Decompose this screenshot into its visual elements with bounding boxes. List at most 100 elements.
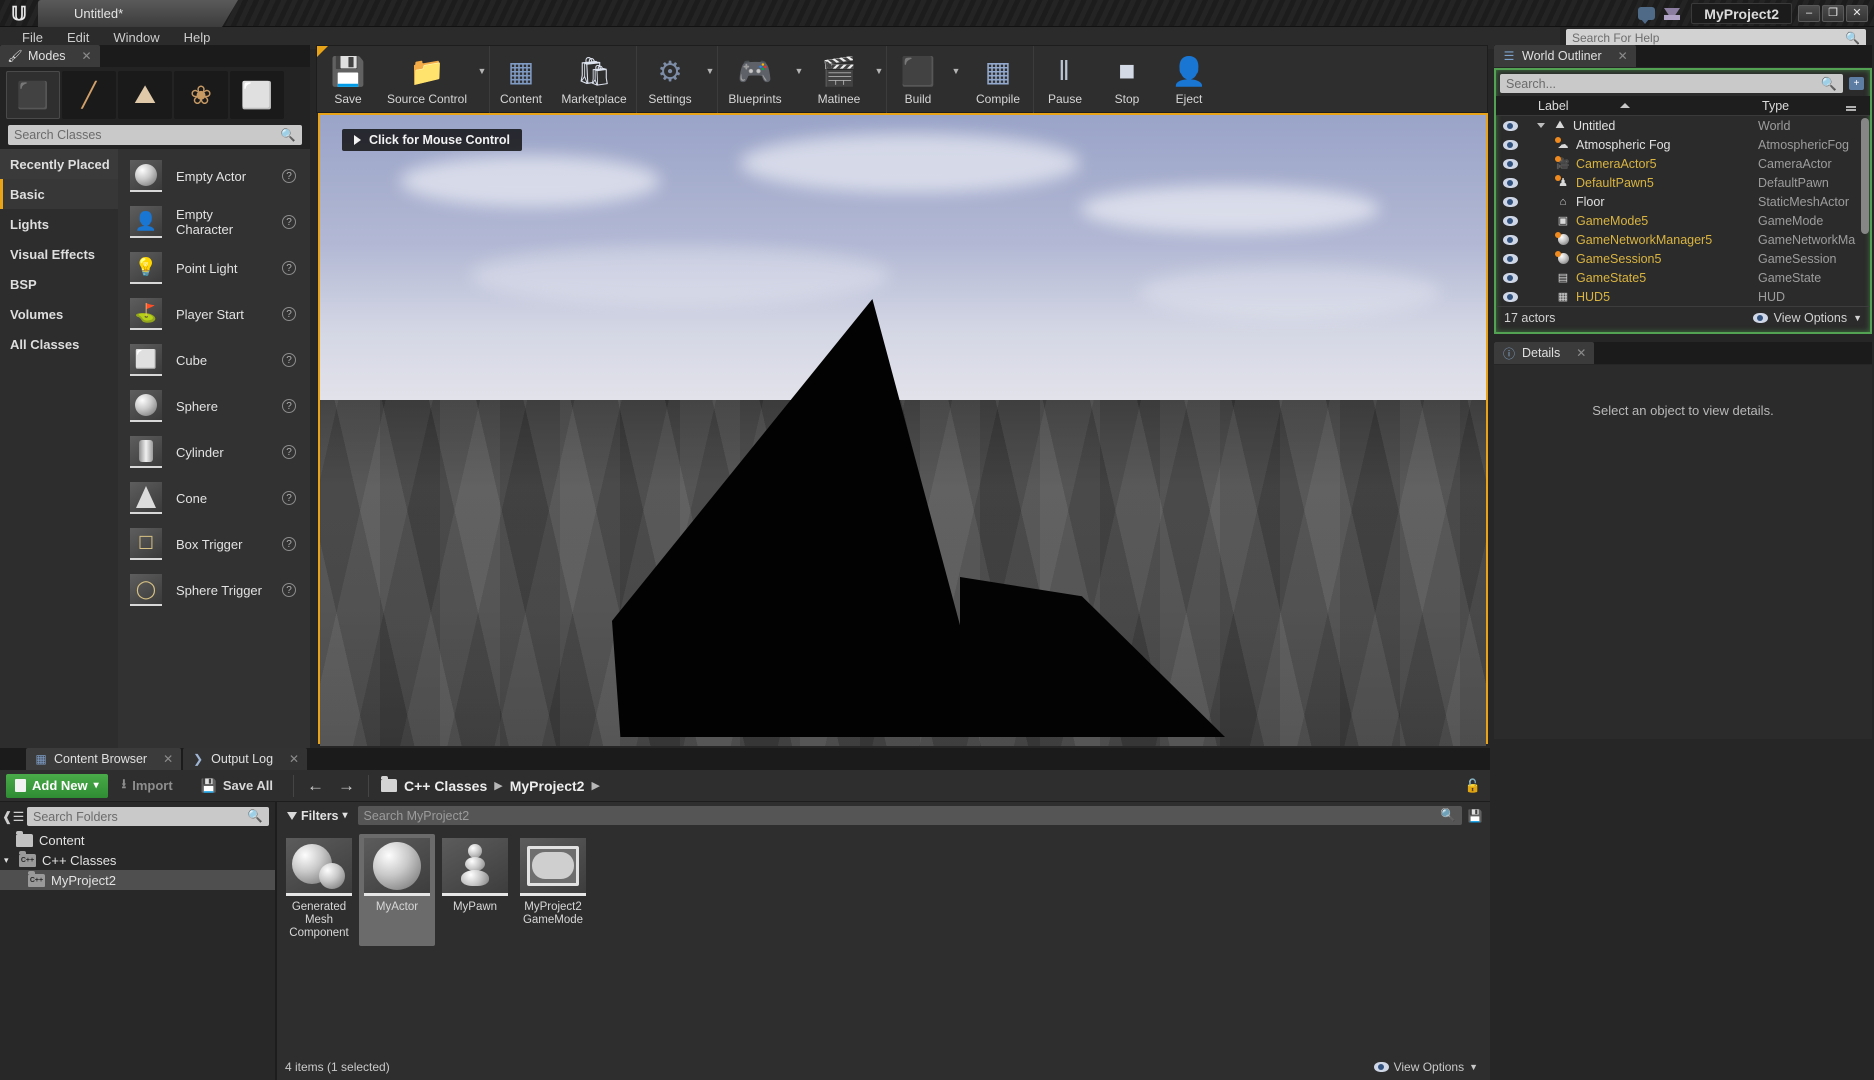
help-icon[interactable]: ?	[282, 537, 296, 551]
filters-button[interactable]: Filters ▾	[281, 809, 354, 823]
list-item[interactable]: ◯ Sphere Trigger ?	[118, 567, 310, 613]
add-new-button[interactable]: Add New ▾	[6, 773, 108, 798]
tree-item-content[interactable]: Content	[0, 830, 275, 850]
visibility-eye-icon[interactable]	[1496, 272, 1524, 283]
table-row[interactable]: ▦ HUD5 HUD	[1496, 287, 1870, 306]
tab-world-outliner[interactable]: ☰ World Outliner ✕	[1494, 45, 1636, 67]
close-icon[interactable]: ✕	[163, 752, 173, 766]
build-dropdown-icon[interactable]: ▼	[949, 46, 963, 114]
asset-tile-myproject2-gamemode[interactable]: MyProject2 GameMode	[515, 834, 591, 946]
save-all-button[interactable]: 💾 Save All	[187, 774, 287, 798]
table-row[interactable]: ♟ DefaultPawn5 DefaultPawn	[1496, 173, 1870, 192]
help-icon[interactable]: ?	[282, 307, 296, 321]
table-row[interactable]: GameNetworkManager5 GameNetworkMa	[1496, 230, 1870, 249]
mode-button-landscape[interactable]: ⛰	[118, 71, 172, 119]
visibility-eye-icon[interactable]	[1496, 196, 1524, 207]
level-viewport[interactable]: Click for Mouse Control	[318, 113, 1488, 746]
visibility-eye-icon[interactable]	[1496, 177, 1524, 188]
help-icon[interactable]: ?	[282, 583, 296, 597]
feedback-chat-icon[interactable]	[1633, 0, 1659, 27]
close-button[interactable]: ✕	[1846, 5, 1868, 22]
list-item[interactable]: ☐ Box Trigger ?	[118, 521, 310, 567]
visibility-eye-icon[interactable]	[1496, 158, 1524, 169]
blueprints-button[interactable]: 🎮 Blueprints	[718, 46, 792, 114]
nav-back-button[interactable]: ←	[300, 776, 331, 796]
list-item[interactable]: Cylinder ?	[118, 429, 310, 475]
stop-button[interactable]: ■ Stop	[1096, 46, 1158, 114]
help-icon[interactable]: ?	[282, 491, 296, 505]
type-column-header[interactable]: Type	[1758, 99, 1870, 113]
click-for-mouse-control-banner[interactable]: Click for Mouse Control	[342, 129, 522, 151]
table-row[interactable]: GameSession5 GameSession	[1496, 249, 1870, 268]
restore-button[interactable]: ❐	[1822, 5, 1844, 22]
help-icon[interactable]: ?	[282, 261, 296, 275]
asset-view-options-button[interactable]: View Options ▼	[1373, 1060, 1478, 1074]
asset-search-input[interactable]: Search MyProject2 🔍	[357, 806, 1462, 825]
mode-button-paint[interactable]: ╱	[62, 71, 116, 119]
expander-icon[interactable]: ▾	[4, 855, 13, 866]
build-button[interactable]: ⬛ Build	[887, 46, 949, 114]
help-icon[interactable]: ?	[282, 399, 296, 413]
breadcrumb-item-myproject2[interactable]: MyProject2	[510, 778, 585, 794]
visibility-eye-icon[interactable]	[1496, 234, 1524, 245]
tab-modes[interactable]: 🖌 Modes ✕	[0, 45, 100, 67]
list-item[interactable]: ⬜ Cube ?	[118, 337, 310, 383]
table-row[interactable]: 🎥 CameraActor5 CameraActor	[1496, 154, 1870, 173]
visibility-eye-icon[interactable]	[1496, 139, 1524, 150]
help-icon[interactable]: ?	[282, 215, 296, 229]
help-icon[interactable]: ?	[282, 445, 296, 459]
category-volumes[interactable]: Volumes	[0, 299, 118, 329]
table-row[interactable]: ⛰ Untitled World	[1496, 116, 1870, 135]
tab-content-browser[interactable]: ▦ Content Browser ✕	[26, 748, 182, 770]
close-icon[interactable]: ✕	[289, 752, 299, 766]
mode-button-foliage[interactable]: ❀	[174, 71, 228, 119]
asset-tile-myactor[interactable]: MyActor	[359, 834, 435, 946]
column-options-icon[interactable]	[1846, 105, 1856, 108]
save-asset-icon[interactable]: 💾	[1466, 807, 1484, 825]
list-item[interactable]: 👤 Empty Character ?	[118, 199, 310, 245]
tree-item-cpp-classes[interactable]: ▾ C++ C++ Classes	[0, 850, 275, 870]
breadcrumb-item-cpp-classes[interactable]: C++ Classes	[404, 778, 487, 794]
category-recently-placed[interactable]: Recently Placed	[0, 149, 118, 179]
category-basic[interactable]: Basic	[0, 179, 118, 209]
matinee-dropdown-icon[interactable]: ▼	[872, 46, 886, 114]
create-folder-button[interactable]: +	[1847, 74, 1866, 93]
visibility-eye-icon[interactable]	[1496, 291, 1524, 302]
outliner-view-options-button[interactable]: View Options ▼	[1752, 311, 1862, 325]
tree-item-myproject2[interactable]: C++ MyProject2	[0, 870, 275, 890]
close-icon[interactable]: ✕	[1618, 49, 1628, 63]
pause-button[interactable]: ‖ Pause	[1034, 46, 1096, 114]
list-item[interactable]: Cone ?	[118, 475, 310, 521]
matinee-button[interactable]: 🎬 Matinee	[806, 46, 872, 114]
collapse-sources-icon[interactable]: ❰☰	[2, 808, 25, 826]
source-control-dropdown-icon[interactable]: ▼	[475, 46, 489, 114]
blueprints-dropdown-icon[interactable]: ▼	[792, 46, 806, 114]
marketplace-button[interactable]: 🛍 Marketplace	[552, 46, 636, 114]
settings-dropdown-icon[interactable]: ▼	[703, 46, 717, 114]
compile-button[interactable]: ▦ Compile	[963, 46, 1033, 114]
outliner-search-input[interactable]: Search... 🔍	[1500, 74, 1843, 93]
project-tab[interactable]: Untitled*	[38, 0, 238, 27]
mode-button-place[interactable]: ⬛	[6, 71, 60, 119]
list-item[interactable]: Empty Actor ?	[118, 153, 310, 199]
source-control-button[interactable]: 📁 Source Control	[379, 46, 475, 114]
table-row[interactable]: ☁ Atmospheric Fog AtmosphericFog	[1496, 135, 1870, 154]
close-icon[interactable]: ✕	[82, 49, 92, 63]
category-bsp[interactable]: BSP	[0, 269, 118, 299]
search-classes-input[interactable]: Search Classes 🔍	[8, 125, 302, 145]
tab-details[interactable]: ⓘ Details ✕	[1494, 342, 1595, 364]
category-all-classes[interactable]: All Classes	[0, 329, 118, 359]
expander-icon[interactable]	[1537, 123, 1545, 128]
import-button[interactable]: ⭳ Import	[108, 774, 187, 798]
nav-forward-button[interactable]: →	[331, 776, 362, 796]
content-button[interactable]: ▦ Content	[490, 46, 552, 114]
help-icon[interactable]: ?	[282, 353, 296, 367]
settings-button[interactable]: ⚙ Settings	[637, 46, 703, 114]
minimize-button[interactable]: –	[1798, 5, 1820, 22]
asset-tile-generated-mesh-component[interactable]: Generated Mesh Component	[281, 834, 357, 946]
list-item[interactable]: Sphere ?	[118, 383, 310, 429]
launcher-gem-icon[interactable]	[1659, 0, 1685, 27]
mode-button-geometry[interactable]: ⬜	[230, 71, 284, 119]
table-row[interactable]: ▤ GameState5 GameState	[1496, 268, 1870, 287]
tab-output-log[interactable]: ❯ Output Log ✕	[183, 748, 308, 770]
